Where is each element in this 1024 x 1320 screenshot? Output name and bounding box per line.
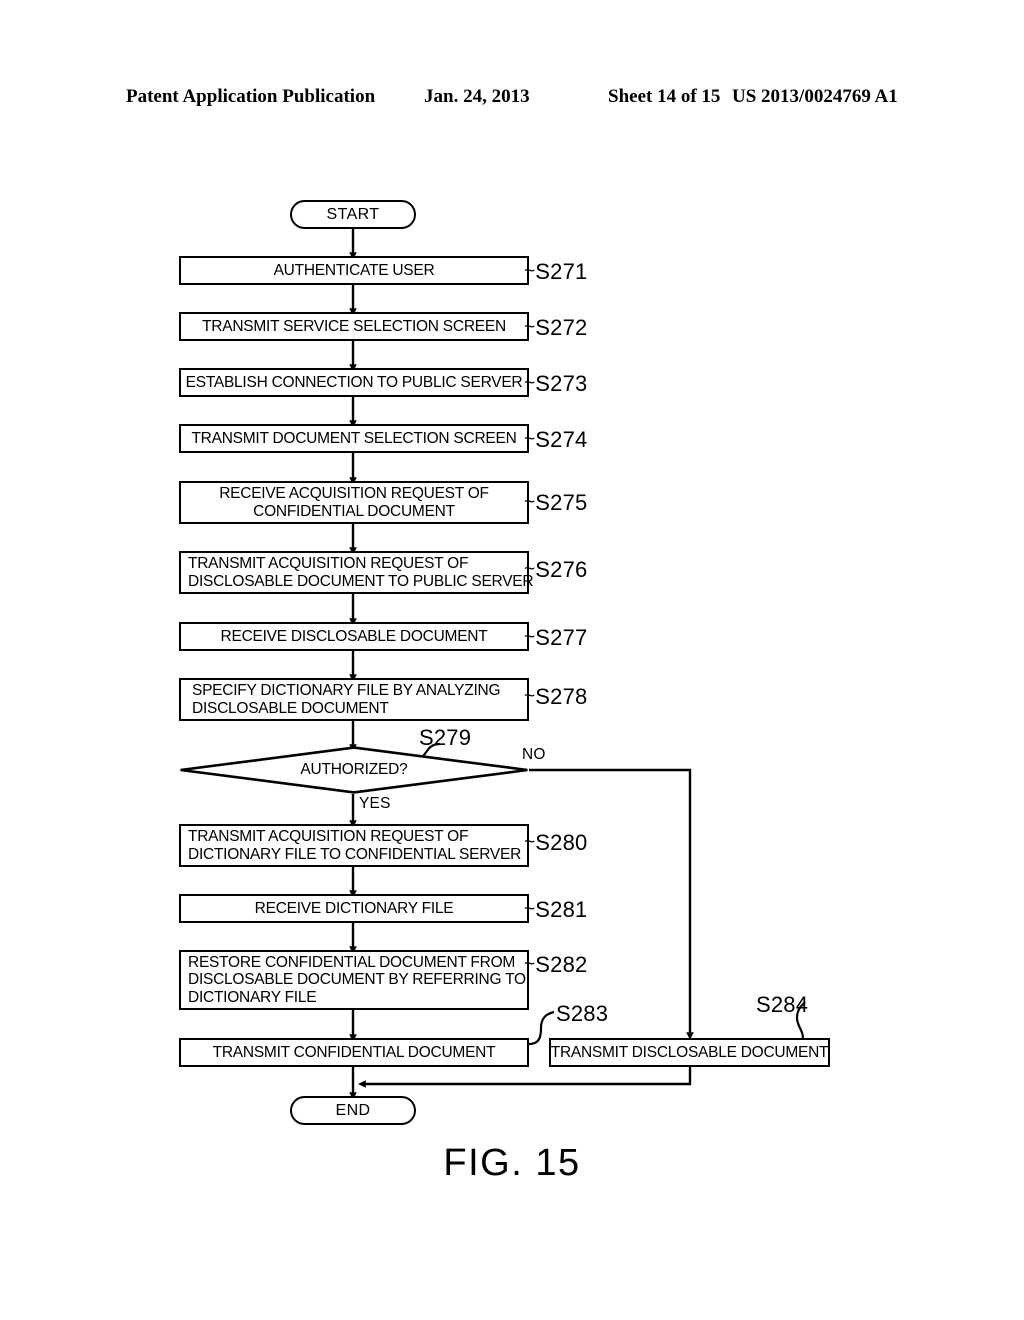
step-ref-s275: ~S275: [524, 490, 588, 515]
step-ref-s277: ~S277: [524, 625, 588, 650]
step-ref-s284: S284: [756, 992, 808, 1018]
step-text-s284-line1: TRANSMIT DISCLOSABLE DOCUMENT: [550, 1043, 829, 1061]
end-terminator: END: [290, 1096, 416, 1125]
step-text-s274-line1: TRANSMIT DOCUMENT SELECTION SCREEN: [191, 429, 517, 447]
step-text-s282-line1: RESTORE CONFIDENTIAL DOCUMENT FROM: [188, 953, 516, 971]
step-ref-s282: ~S282: [524, 952, 588, 977]
step-box-s277: RECEIVE DISCLOSABLE DOCUMENT: [179, 622, 529, 651]
step-ref-s281-text: S281: [535, 897, 588, 922]
step-box-s275: RECEIVE ACQUISITION REQUEST OF CONFIDENT…: [179, 481, 529, 524]
step-ref-s284-text: S284: [756, 992, 809, 1017]
flowchart-connectors: [349, 228, 806, 1101]
step-box-s282: RESTORE CONFIDENTIAL DOCUMENT FROM DISCL…: [179, 950, 529, 1010]
end-label: END: [335, 1101, 371, 1119]
step-text-s271-line1: AUTHENTICATE USER: [273, 261, 435, 279]
step-text-s273-line1: ESTABLISH CONNECTION TO PUBLIC SERVER: [185, 373, 523, 391]
step-ref-s274-text: S274: [535, 427, 588, 452]
step-text-s280-line1: TRANSMIT ACQUISITION REQUEST OF: [188, 828, 469, 845]
step-text-s282-line2: DISCLOSABLE DOCUMENT BY REFERRING TO: [188, 971, 526, 989]
step-ref-s280-text: S280: [535, 830, 588, 855]
step-ref-s276: ~S276: [524, 557, 588, 582]
step-text-s276-line1: TRANSMIT ACQUISITION REQUEST OF: [188, 555, 469, 572]
step-ref-s280: ~S280: [524, 830, 588, 855]
step-text-s283-line1: TRANSMIT CONFIDENTIAL DOCUMENT: [212, 1043, 496, 1061]
figure-caption-text: FIG. 15: [443, 1142, 581, 1184]
step-box-s271: AUTHENTICATE USER: [179, 256, 529, 285]
step-ref-s281: ~S281: [524, 897, 588, 922]
step-ref-s272: ~S272: [524, 315, 588, 340]
step-text-s278-line1: SPECIFY DICTIONARY FILE BY ANALYZING: [192, 682, 501, 699]
step-box-s274: TRANSMIT DOCUMENT SELECTION SCREEN: [179, 424, 529, 453]
step-box-s278: SPECIFY DICTIONARY FILE BY ANALYZING DIS…: [179, 678, 529, 721]
decision-label-text: AUTHORIZED?: [300, 761, 408, 778]
step-box-s283: TRANSMIT CONFIDENTIAL DOCUMENT: [179, 1038, 529, 1067]
step-ref-s279: S279: [419, 725, 471, 751]
step-ref-s276-text: S276: [535, 557, 588, 582]
step-box-s281: RECEIVE DICTIONARY FILE: [179, 894, 529, 923]
flowchart-diagram: START AUTHENTICATE USER ~S271 TRANSMIT S…: [0, 0, 1024, 1320]
step-ref-s273-text: S273: [535, 371, 588, 396]
step-ref-s283-text: S283: [556, 1001, 609, 1026]
step-box-s272: TRANSMIT SERVICE SELECTION SCREEN: [179, 312, 529, 341]
step-text-s276-line2: DISCLOSABLE DOCUMENT TO PUBLIC SERVER: [188, 572, 534, 590]
step-ref-s275-text: S275: [535, 490, 588, 515]
step-text-s278-line2: DISCLOSABLE DOCUMENT: [192, 699, 389, 717]
step-text-s281-line1: RECEIVE DICTIONARY FILE: [254, 899, 454, 917]
step-ref-s272-text: S272: [535, 315, 588, 340]
branch-label-yes-text: YES: [359, 795, 391, 812]
branch-label-yes: YES: [359, 795, 391, 813]
step-ref-s271-text: S271: [535, 259, 588, 284]
step-ref-s282-text: S282: [535, 952, 588, 977]
step-text-s272-line1: TRANSMIT SERVICE SELECTION SCREEN: [202, 317, 506, 335]
start-label: START: [326, 205, 380, 223]
step-box-s284: TRANSMIT DISCLOSABLE DOCUMENT: [549, 1038, 830, 1067]
step-text-s277-line1: RECEIVE DISCLOSABLE DOCUMENT: [220, 627, 488, 645]
step-box-s273: ESTABLISH CONNECTION TO PUBLIC SERVER: [179, 368, 529, 397]
figure-caption: FIG. 15: [0, 1142, 1024, 1185]
step-text-s282-line3: DICTIONARY FILE: [188, 988, 317, 1006]
step-box-s276: TRANSMIT ACQUISITION REQUEST OF DISCLOSA…: [179, 551, 534, 594]
decision-diamond-s279: AUTHORIZED?: [179, 746, 529, 794]
step-ref-s273: ~S273: [524, 371, 588, 396]
step-text-s280-line2: DICTIONARY FILE TO CONFIDENTIAL SERVER: [188, 845, 522, 863]
start-terminator: START: [290, 200, 416, 229]
step-text-s275-line2: CONFIDENTIAL DOCUMENT: [253, 502, 455, 520]
step-ref-s279-text: S279: [419, 725, 472, 750]
step-text-s275-line1: RECEIVE ACQUISITION REQUEST OF: [219, 485, 489, 502]
step-ref-s278: ~S278: [524, 684, 588, 709]
step-ref-s283: S283: [556, 1001, 608, 1027]
branch-label-no-text: NO: [522, 746, 546, 763]
step-ref-s277-text: S277: [535, 625, 588, 650]
step-ref-s274: ~S274: [524, 427, 588, 452]
step-ref-s271: ~S271: [524, 259, 588, 284]
branch-label-no: NO: [522, 746, 546, 764]
step-ref-s278-text: S278: [535, 684, 588, 709]
step-box-s280: TRANSMIT ACQUISITION REQUEST OF DICTIONA…: [179, 824, 529, 867]
